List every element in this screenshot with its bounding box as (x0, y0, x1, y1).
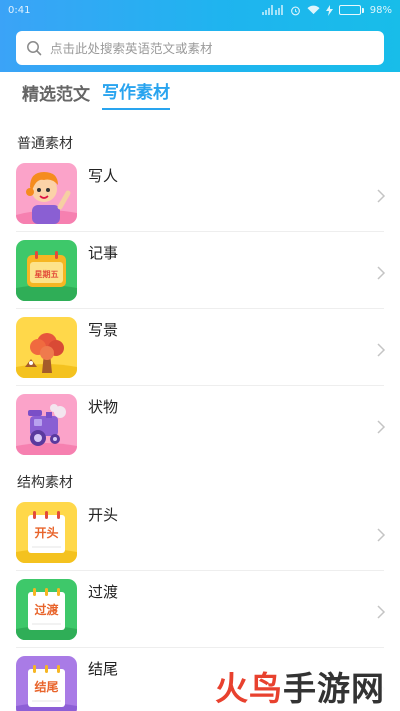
search-bar[interactable] (16, 31, 384, 65)
tab-writing-materials[interactable]: 写作素材 (102, 78, 170, 110)
item-label-transition: 过渡 (88, 583, 119, 601)
signal-icon (261, 5, 283, 15)
calendar-icon: 星期五 (16, 240, 77, 301)
item-label-ending: 结尾 (88, 660, 119, 678)
list-item-narrate-events[interactable]: 星期五 记事 (0, 232, 400, 309)
list-item-write-people[interactable]: 写人 (0, 155, 400, 232)
wifi-icon (307, 5, 320, 15)
status-time: 0:41 (8, 4, 31, 16)
chevron-right-icon (377, 604, 386, 619)
note-icon: 开头 (16, 502, 77, 563)
watermark-part2: 手游网 (283, 668, 385, 708)
note-icon-text: 过渡 (34, 602, 59, 617)
item-label-opening: 开头 (88, 506, 119, 524)
list-item-transition[interactable]: 过渡 过渡 (0, 571, 400, 648)
chevron-right-icon (377, 342, 386, 357)
chevron-right-icon (377, 265, 386, 280)
item-label-narrate-events: 记事 (88, 244, 119, 262)
tab-featured-essays[interactable]: 精选范文 (22, 80, 90, 110)
app-header: 0:41 98% (0, 0, 400, 72)
charging-icon (325, 4, 333, 16)
watermark: 火鸟 手游网 (200, 660, 400, 711)
list-item-describe-scenery[interactable]: 写景 (0, 309, 400, 386)
chevron-right-icon (377, 188, 386, 203)
tree-scenery-icon (16, 317, 77, 378)
list-item-opening[interactable]: 开头 开头 (0, 494, 400, 571)
watermark-part1: 火鸟 (215, 668, 283, 708)
note-icon-text: 结尾 (34, 679, 58, 694)
calendar-icon-text: 星期五 (35, 269, 59, 279)
note-icon: 过渡 (16, 579, 77, 640)
search-input[interactable] (50, 40, 370, 56)
section-title-structure: 结构素材 (17, 475, 73, 491)
toy-train-icon (16, 394, 77, 455)
section-title-general: 普通素材 (17, 136, 73, 152)
battery-icon (338, 5, 364, 15)
chevron-right-icon (377, 527, 386, 542)
chevron-right-icon (377, 419, 386, 434)
note-icon-text: 开头 (34, 525, 58, 540)
list-item-describe-objects[interactable]: 状物 (0, 386, 400, 463)
item-label-describe-objects: 状物 (88, 398, 119, 416)
status-bar: 0:41 98% (0, 0, 400, 20)
note-icon: 结尾 (16, 656, 77, 711)
alarm-icon (290, 6, 300, 15)
tab-bar: 精选范文 写作素材 (0, 72, 400, 110)
status-icons: 98% (261, 4, 392, 16)
battery-percent: 98% (369, 4, 392, 16)
girl-avatar-icon (16, 163, 77, 224)
search-icon (27, 41, 42, 56)
item-label-describe-scenery: 写景 (88, 321, 119, 339)
item-label-write-people: 写人 (88, 167, 119, 185)
